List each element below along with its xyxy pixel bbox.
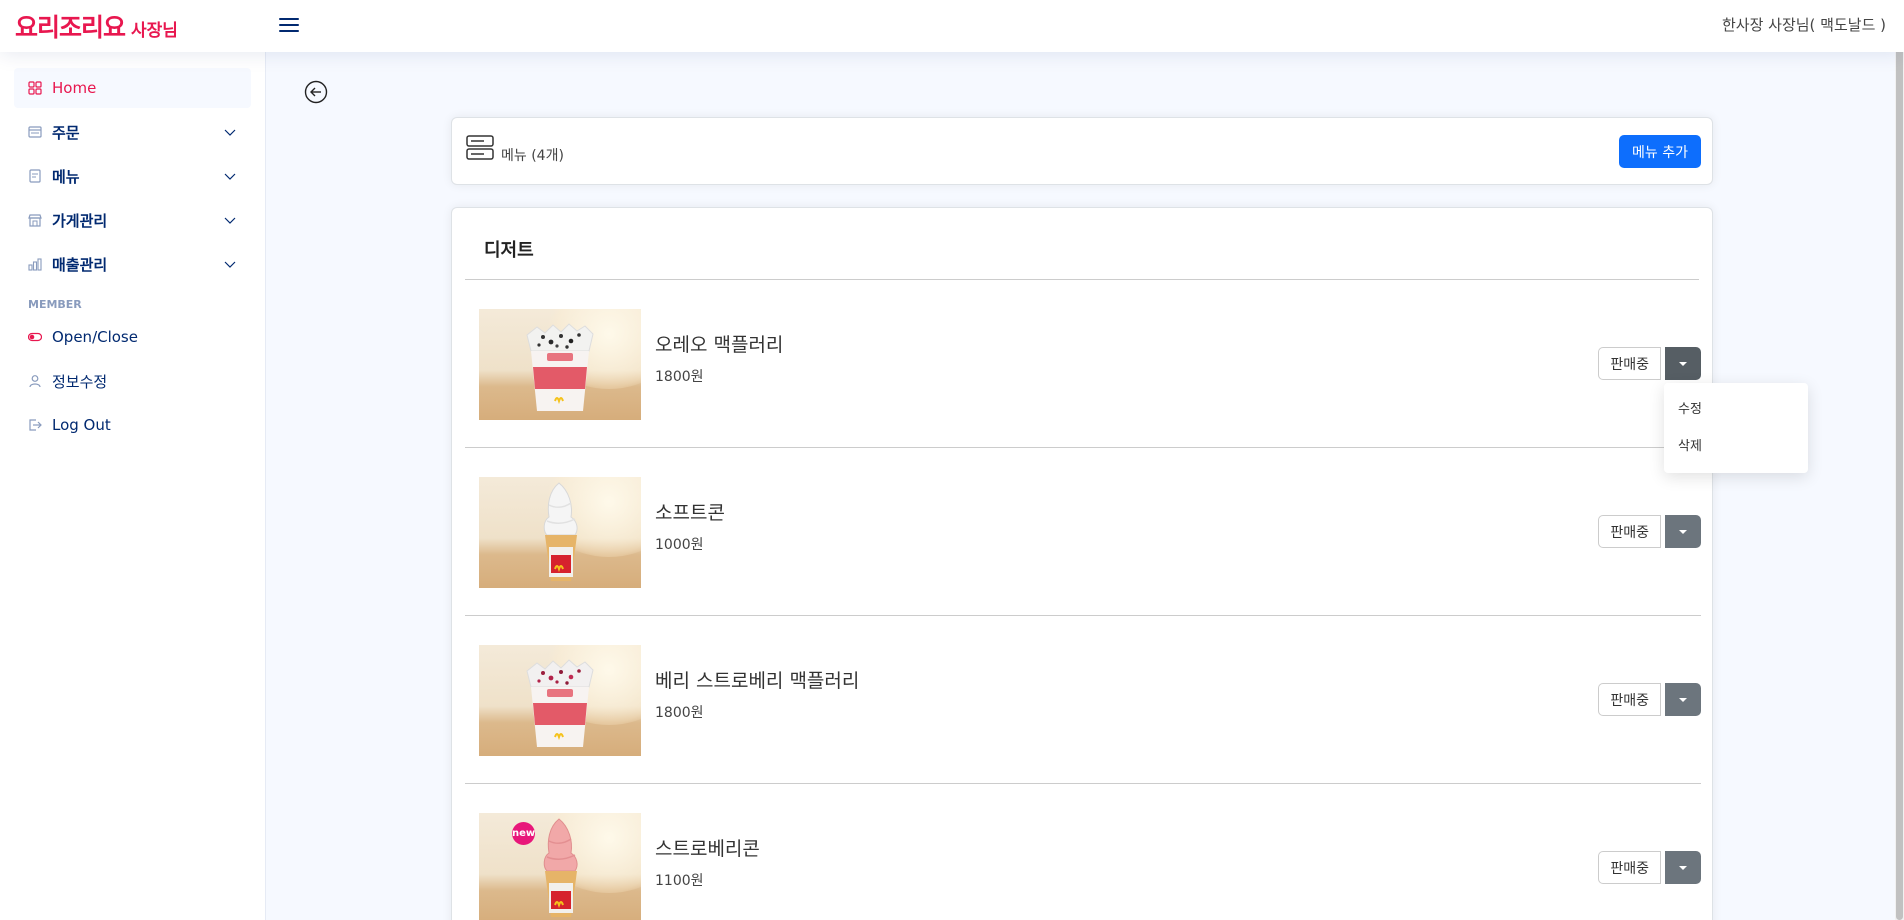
menu-item-row: 소프트콘 1000원 판매중: [465, 448, 1701, 616]
item-options-dropdown-menu: 수정 삭제: [1664, 383, 1808, 473]
menu-item-row: 오레오 맥플러리 1800원 판매중: [465, 280, 1701, 448]
scrollbar-thumb[interactable]: [1896, 0, 1903, 920]
logo-sub-text: 사장님: [131, 21, 178, 41]
sidebar-item-label: Open/Close: [52, 328, 138, 346]
sidebar-item-label: 정보수정: [52, 372, 108, 391]
caret-down-icon: [1679, 362, 1687, 366]
item-options-dropdown-toggle[interactable]: [1665, 683, 1701, 716]
sidebar-item-profile-edit[interactable]: 정보수정: [14, 361, 251, 401]
caret-down-icon: [1679, 530, 1687, 534]
item-options-dropdown-toggle[interactable]: [1665, 851, 1701, 884]
user-profile-name[interactable]: 한사장 사장님( 맥도날드 ): [1722, 14, 1886, 35]
new-badge: new: [512, 822, 535, 845]
menu-item-image: [479, 645, 641, 756]
dropdown-item-edit[interactable]: 수정: [1664, 391, 1808, 428]
sidebar: Home 주문 메뉴 가게관리 매출관리 MEMBER Open/Close 정…: [0, 52, 266, 920]
person-icon: [28, 374, 42, 388]
menu-list-icon: [466, 135, 494, 160]
menu-item-name: 베리 스트로베리 맥플러리: [655, 670, 860, 692]
item-options-dropdown-toggle[interactable]: [1665, 347, 1701, 380]
sidebar-item-label: 매출관리: [52, 255, 108, 274]
sidebar-item-store[interactable]: 가게관리: [14, 200, 251, 240]
caret-down-icon: [1679, 866, 1687, 870]
chevron-down-icon: [224, 217, 236, 224]
sidebar-item-label: 가게관리: [52, 211, 108, 230]
item-options-dropdown-toggle[interactable]: [1665, 515, 1701, 548]
menu-item-name: 소프트콘: [655, 502, 725, 524]
menu-item-row: 베리 스트로베리 맥플러리 1800원 판매중: [465, 616, 1701, 784]
sale-status-button[interactable]: 판매중: [1598, 347, 1661, 380]
page-scrollbar[interactable]: [1895, 0, 1904, 920]
category-card: 디저트 오레오 맥플러리 1800원 판매중 소프트콘 1000원 판매중 베리…: [451, 207, 1713, 920]
menu-item-name: 스트로베리콘: [655, 838, 760, 860]
sidebar-item-label: Log Out: [52, 416, 111, 434]
sidebar-item-logout[interactable]: Log Out: [14, 405, 251, 445]
menu-item-name: 오레오 맥플러리: [655, 334, 784, 356]
menu-count-card: 메뉴 (4개) 메뉴 추가: [451, 117, 1713, 185]
sidebar-heading-member: MEMBER: [28, 298, 82, 311]
category-title: 디저트: [484, 240, 534, 261]
menu-doc-icon: [28, 169, 42, 183]
sidebar-item-sales[interactable]: 매출관리: [14, 244, 251, 284]
logo-main-text: 요리조리요: [15, 13, 126, 42]
chevron-down-icon: [224, 129, 236, 136]
menu-item-image: new: [479, 813, 641, 920]
menu-count-label: 메뉴 (4개): [501, 148, 564, 164]
top-header: 요리조리요 사장님 한사장 사장님( 맥도날드 ): [0, 0, 1904, 52]
menu-item-price: 1800원: [655, 369, 704, 385]
sidebar-item-home[interactable]: Home: [14, 68, 251, 108]
bar-chart-icon: [28, 257, 42, 271]
chevron-down-icon: [224, 173, 236, 180]
menu-item-row: new 스트로베리콘 1100원 판매중: [465, 784, 1701, 920]
sidebar-item-orders[interactable]: 주문: [14, 112, 251, 152]
hamburger-menu-icon[interactable]: [277, 13, 301, 37]
order-icon: [28, 125, 42, 139]
add-menu-button[interactable]: 메뉴 추가: [1619, 135, 1701, 168]
logout-icon: [28, 418, 42, 432]
sale-status-button[interactable]: 판매중: [1598, 851, 1661, 884]
dropdown-item-delete[interactable]: 삭제: [1664, 428, 1808, 465]
sidebar-item-label: 주문: [52, 123, 80, 142]
menu-item-image: [479, 477, 641, 588]
menu-item-price: 1800원: [655, 705, 704, 721]
chevron-down-icon: [224, 261, 236, 268]
toggle-icon: [28, 330, 42, 344]
sidebar-item-label: 메뉴: [52, 167, 80, 186]
sale-status-button[interactable]: 판매중: [1598, 515, 1661, 548]
grid-icon: [28, 81, 42, 95]
store-icon: [28, 213, 42, 227]
sale-status-button[interactable]: 판매중: [1598, 683, 1661, 716]
sidebar-item-label: Home: [52, 79, 97, 97]
sidebar-item-open-close[interactable]: Open/Close: [14, 317, 251, 357]
menu-item-price: 1000원: [655, 537, 704, 553]
menu-item-image: [479, 309, 641, 420]
caret-down-icon: [1679, 698, 1687, 702]
sidebar-item-menu[interactable]: 메뉴: [14, 156, 251, 196]
back-arrow-icon[interactable]: [304, 80, 328, 104]
menu-item-price: 1100원: [655, 873, 704, 889]
app-logo[interactable]: 요리조리요 사장님: [15, 8, 178, 44]
